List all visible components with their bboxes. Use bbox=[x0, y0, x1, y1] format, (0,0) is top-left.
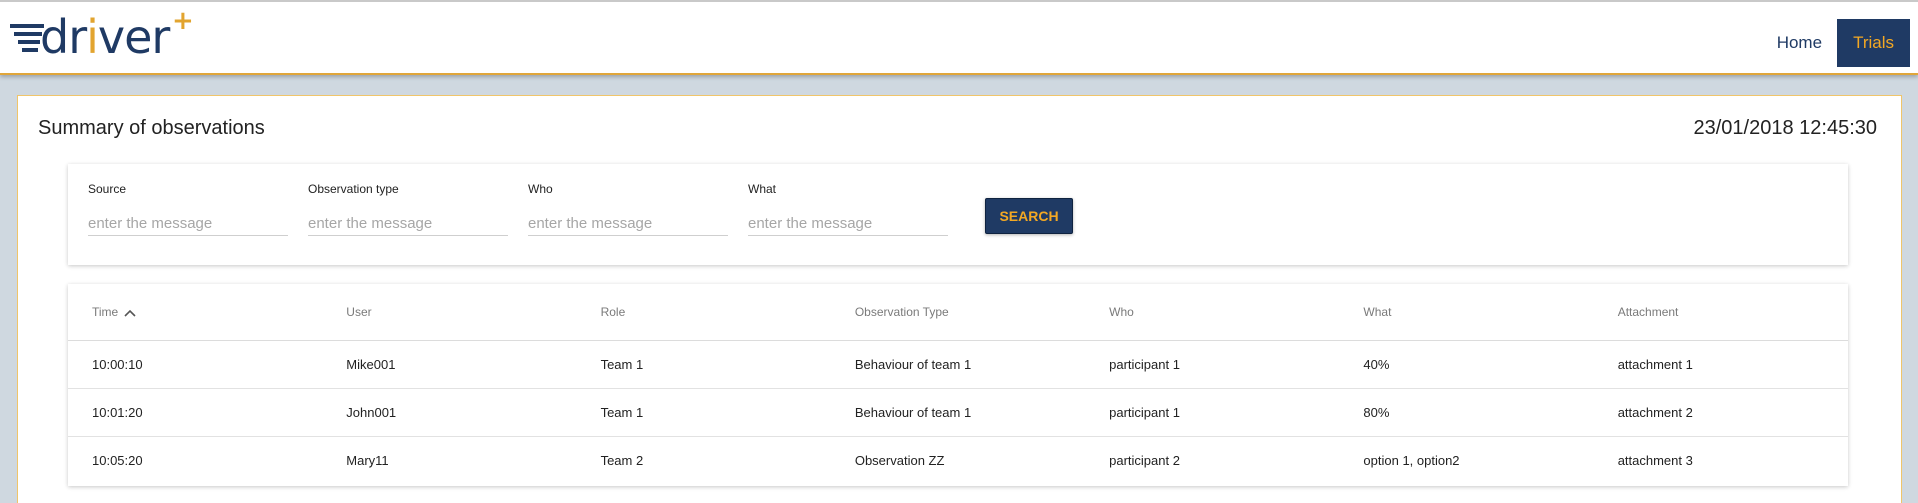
nav-item-trials[interactable]: Trials bbox=[1837, 19, 1910, 67]
observations-panel: Summary of observations 23/01/2018 12:45… bbox=[17, 95, 1902, 503]
search-button[interactable]: SEARCH bbox=[985, 198, 1073, 234]
cell-what: 80% bbox=[1339, 388, 1594, 437]
cell-time: 10:05:20 bbox=[92, 452, 143, 468]
column-header-who[interactable]: Who bbox=[1085, 284, 1340, 341]
cell-who: participant 2 bbox=[1109, 452, 1180, 468]
column-header-attachment[interactable]: Attachment bbox=[1593, 284, 1848, 341]
column-header-time-label: Time bbox=[92, 304, 119, 319]
column-header-observation-type[interactable]: Observation Type bbox=[830, 284, 1086, 341]
driver-plus-logo[interactable]: driver + bbox=[10, 8, 194, 64]
column-header-role[interactable]: Role bbox=[576, 284, 831, 341]
source-filter: Source bbox=[88, 182, 288, 236]
main-nav: Home Trials bbox=[1762, 19, 1910, 67]
table-row[interactable]: 10:00:10 Mike001 Team 1 Behaviour of tea… bbox=[68, 340, 1848, 389]
cell-observation-type: Behaviour of team 1 bbox=[830, 388, 1086, 437]
what-filter: What bbox=[748, 182, 948, 236]
cell-observation-type: Behaviour of team 1 bbox=[830, 340, 1086, 389]
cell-user: Mary11 bbox=[346, 452, 389, 468]
cell-time: 10:00:10 bbox=[68, 340, 323, 389]
who-filter-label: Who bbox=[528, 182, 553, 196]
cell-role: Team 1 bbox=[576, 340, 831, 389]
chevron-up-icon bbox=[124, 309, 136, 317]
column-header-user[interactable]: User bbox=[322, 284, 577, 341]
logo-plus: + bbox=[172, 6, 194, 36]
current-timestamp: 23/01/2018 12:45:30 bbox=[1693, 117, 1877, 139]
who-input[interactable] bbox=[528, 212, 728, 236]
observations-table: Time User Role Observation Type Who What… bbox=[68, 284, 1848, 484]
nav-item-home[interactable]: Home bbox=[1762, 19, 1837, 67]
logo-text-prefix: dr bbox=[40, 10, 87, 64]
cell-who: participant 1 bbox=[1085, 388, 1340, 437]
observation-type-filter: Observation type bbox=[308, 182, 508, 236]
table-row[interactable]: 10:05:20 Mary11 Team 2 Observation ZZ pa… bbox=[68, 436, 1848, 484]
cell-role: Team 1 bbox=[576, 388, 831, 437]
cell-attachment[interactable]: attachment 1 bbox=[1593, 340, 1848, 389]
cell-what: 40% bbox=[1339, 340, 1594, 389]
cell-who: participant 1 bbox=[1085, 340, 1340, 389]
observation-type-input[interactable] bbox=[308, 212, 508, 236]
cell-observation-type: Observation ZZ bbox=[854, 452, 945, 468]
logo-text-suffix: ver bbox=[97, 10, 170, 64]
cell-user: Mike001 bbox=[322, 340, 577, 389]
table-header-row: Time User Role Observation Type Who What… bbox=[68, 284, 1848, 341]
table-row[interactable]: 10:01:20 John001 Team 1 Behaviour of tea… bbox=[68, 388, 1848, 437]
observations-table-card: Time User Role Observation Type Who What… bbox=[68, 284, 1848, 486]
logo-wordmark: driver bbox=[40, 10, 170, 64]
column-header-what[interactable]: What bbox=[1339, 284, 1594, 341]
cell-attachment[interactable]: attachment 3 bbox=[1594, 436, 1848, 484]
source-input[interactable] bbox=[88, 212, 288, 236]
source-filter-label: Source bbox=[88, 182, 127, 196]
what-input[interactable] bbox=[748, 212, 948, 236]
top-app-bar: driver + Home Trials bbox=[0, 0, 1918, 75]
logo-text-i: i bbox=[86, 10, 99, 64]
cell-what: option 1, option2 bbox=[1363, 452, 1460, 468]
column-header-time[interactable]: Time bbox=[68, 284, 323, 341]
observation-type-filter-label: Observation type bbox=[308, 182, 399, 196]
page-title: Summary of observations bbox=[38, 117, 265, 139]
who-filter: Who bbox=[528, 182, 728, 236]
cell-role: Team 2 bbox=[600, 452, 644, 468]
cell-user: John001 bbox=[322, 388, 577, 437]
cell-time: 10:01:20 bbox=[68, 388, 323, 437]
filter-form: Source Observation type Who What SEARCH bbox=[68, 164, 1848, 265]
cell-attachment[interactable]: attachment 2 bbox=[1593, 388, 1848, 437]
what-filter-label: What bbox=[748, 182, 777, 196]
